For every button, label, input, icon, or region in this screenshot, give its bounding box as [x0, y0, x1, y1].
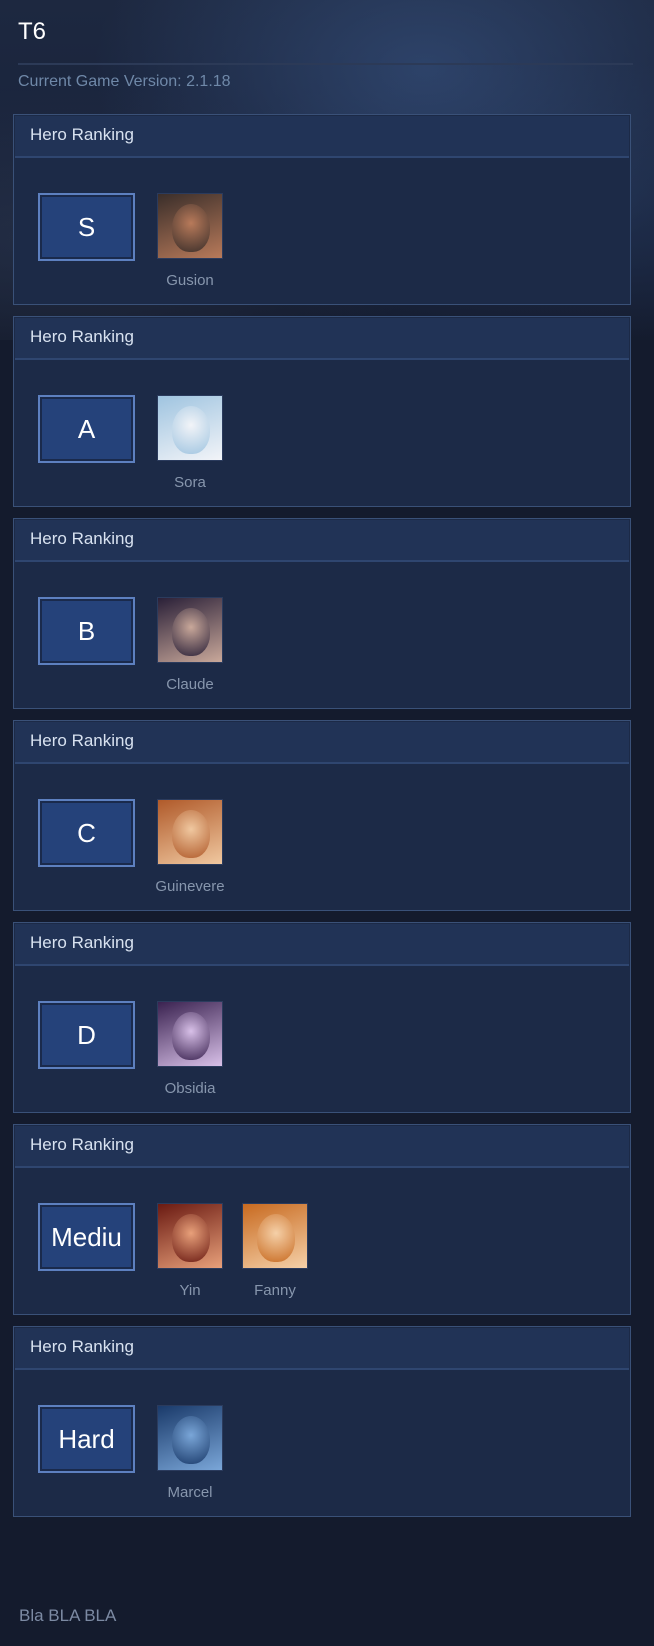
card-header-title: Hero Ranking	[30, 731, 134, 750]
tier-card: Hero Ranking S Gusion	[13, 114, 631, 305]
title-divider	[18, 63, 633, 65]
card-header: Hero Ranking	[15, 924, 629, 966]
tier-badge: Hard	[38, 1405, 135, 1473]
tier-list-page: T6 Current Game Version: 2.1.18 Hero Ran…	[0, 0, 654, 1646]
tier-card: Hero Ranking Mediu Yin Fanny	[13, 1124, 631, 1315]
tier-card: Hero Ranking A Sora	[13, 316, 631, 507]
tier-label: A	[77, 413, 96, 444]
tier-badge: D	[38, 1001, 135, 1069]
hero-portrait-icon[interactable]	[157, 395, 223, 461]
hero-portrait-icon[interactable]	[157, 1203, 223, 1269]
tier-label: D	[77, 1019, 96, 1050]
hero-portrait-icon[interactable]	[157, 799, 223, 865]
card-header-title: Hero Ranking	[30, 529, 134, 548]
hero-face-shape	[172, 204, 210, 252]
hero-face-shape	[172, 608, 210, 656]
tier-card: Hero Ranking C Guinevere	[13, 720, 631, 911]
card-header: Hero Ranking	[15, 1126, 629, 1168]
card-header-title: Hero Ranking	[30, 933, 134, 952]
hero-portrait-icon[interactable]	[242, 1203, 308, 1269]
hero-name: Guinevere	[155, 878, 225, 895]
card-header-title: Hero Ranking	[30, 1337, 134, 1356]
card-header: Hero Ranking	[15, 116, 629, 158]
card-header: Hero Ranking	[15, 318, 629, 360]
card-header-title: Hero Ranking	[30, 125, 134, 144]
hero-portrait-icon[interactable]	[157, 597, 223, 663]
tier-badge: B	[38, 597, 135, 665]
hero-portrait-icon[interactable]	[157, 1405, 223, 1471]
tier-badge: C	[38, 799, 135, 867]
hero-name: Gusion	[166, 272, 214, 289]
tier-badge: S	[38, 193, 135, 261]
hero-name: Claude	[166, 676, 214, 693]
hero-face-shape	[172, 1416, 210, 1464]
hero-face-shape	[172, 810, 210, 858]
hero-name: Yin	[179, 1282, 201, 1299]
game-version-text: Current Game Version: 2.1.18	[18, 73, 231, 90]
tier-card: Hero Ranking B Claude	[13, 518, 631, 709]
hero-face-shape	[257, 1214, 295, 1262]
tier-label: S	[77, 211, 96, 242]
hero-portrait-icon[interactable]	[157, 193, 223, 259]
card-header-title: Hero Ranking	[30, 327, 134, 346]
card-header: Hero Ranking	[15, 520, 629, 562]
hero-name: Fanny	[254, 1282, 296, 1299]
tier-card: Hero Ranking D Obsidia	[13, 922, 631, 1113]
tier-card: Hero Ranking Hard Marcel	[13, 1326, 631, 1517]
tier-badge: A	[38, 395, 135, 463]
tier-label: Mediu	[51, 1221, 122, 1252]
card-header: Hero Ranking	[15, 1328, 629, 1370]
hero-face-shape	[172, 406, 210, 454]
tier-badge: Mediu	[38, 1203, 135, 1271]
hero-name: Marcel	[167, 1484, 213, 1501]
hero-name: Obsidia	[164, 1080, 216, 1097]
tier-label: C	[77, 817, 96, 848]
card-header: Hero Ranking	[15, 722, 629, 764]
tier-label: Hard	[58, 1423, 115, 1454]
hero-portrait-icon[interactable]	[157, 1001, 223, 1067]
footer-text: Bla BLA BLA	[19, 1606, 117, 1625]
hero-face-shape	[172, 1214, 210, 1262]
page-title: T6	[18, 18, 47, 45]
hero-name: Sora	[174, 474, 206, 491]
hero-face-shape	[172, 1012, 210, 1060]
card-header-title: Hero Ranking	[30, 1135, 134, 1154]
tier-label: B	[77, 615, 96, 646]
